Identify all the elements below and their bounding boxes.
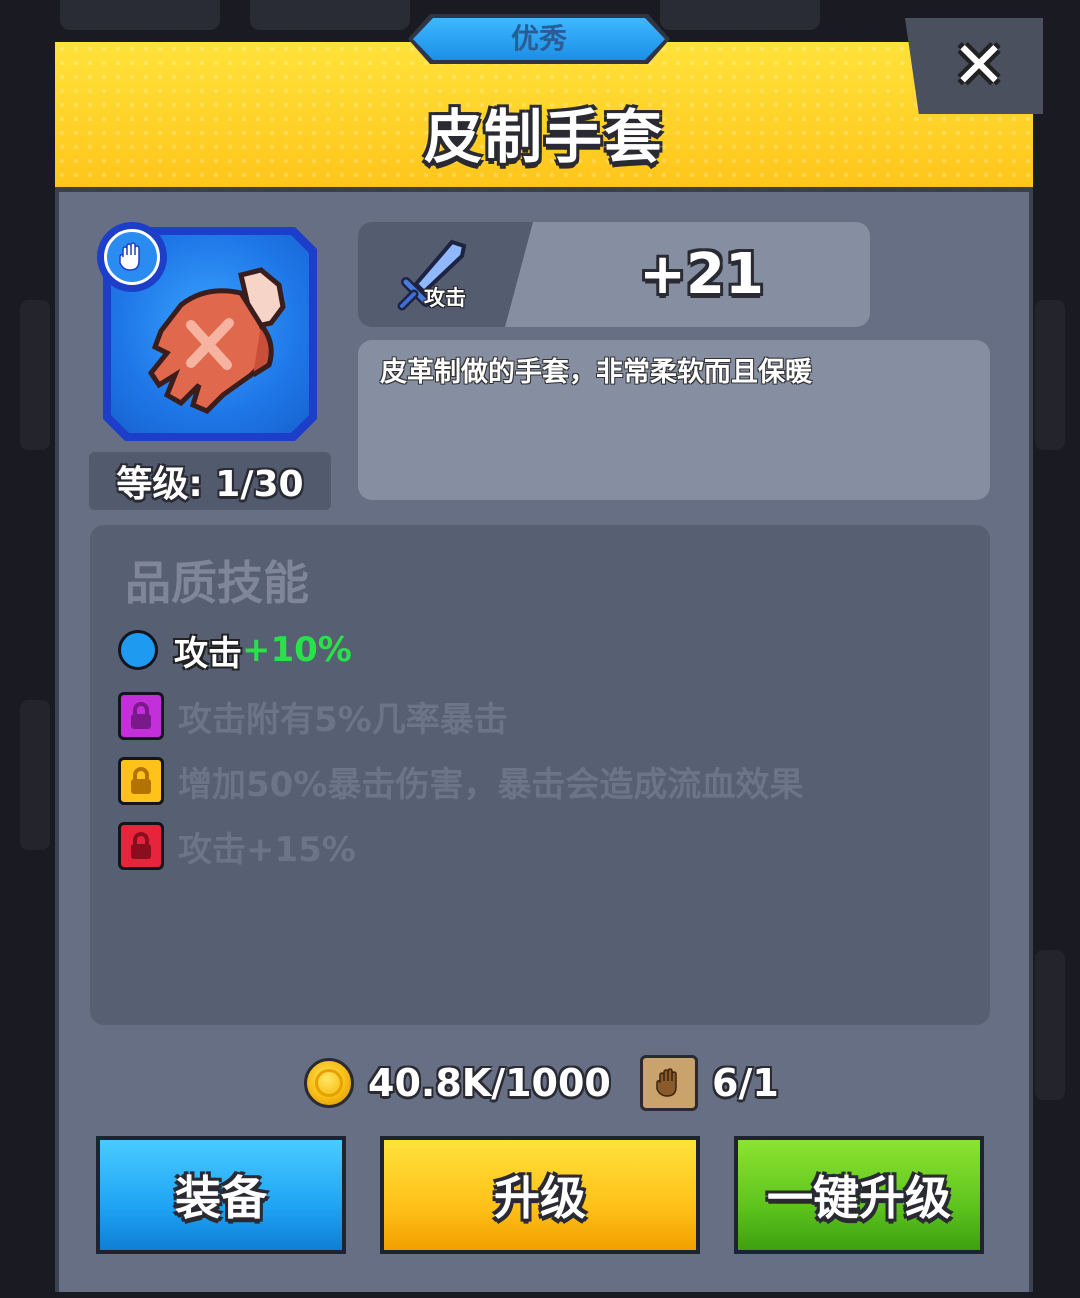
background-slot (1035, 950, 1065, 1100)
scroll-cost-text: 6/1 (712, 1061, 779, 1105)
item-level-text: 等级: 1/30 (116, 464, 304, 505)
stat-icon-area: 攻击 (358, 222, 533, 327)
stat-value: +21 (639, 242, 764, 307)
background-slot (20, 300, 50, 450)
item-level: 等级: 1/30 (89, 452, 331, 510)
gold-cost: 40.8K/1000 (304, 1050, 611, 1116)
skill-4-text: 攻击+15% (178, 829, 356, 870)
stat-label: 攻击 (424, 286, 466, 310)
background-slot (1035, 300, 1065, 450)
quality-skills-box: 品质技能 攻击 +10% 攻击附有5%几率暴击 增加50%暴击伤害，暴击会造成流… (90, 525, 990, 1025)
skill-1-bonus: +10% (242, 630, 352, 670)
skill-3-text: 增加50%暴击伤害，暴击会造成流血效果 (178, 764, 804, 805)
item-type-badge (97, 222, 167, 292)
gold-cost-text: 40.8K/1000 (368, 1061, 611, 1105)
upgrade-button-label: 升级 (494, 1171, 586, 1225)
skill-row-2: 攻击附有5%几率暴击 (118, 689, 508, 743)
purple-lock-icon (118, 692, 164, 740)
glove-scroll-icon (640, 1055, 698, 1111)
red-lock-icon (118, 822, 164, 870)
background-tab (660, 0, 820, 30)
yellow-lock-icon (118, 757, 164, 805)
quality-skills-title: 品质技能 (125, 556, 309, 610)
close-button[interactable]: ✕ (905, 18, 1043, 114)
background-slot (20, 700, 50, 850)
skill-row-3: 增加50%暴击伤害，暴击会造成流血效果 (118, 754, 803, 808)
item-description: 皮革制做的手套，非常柔软而且保暖 (380, 357, 812, 388)
rarity-badge: 优秀 (408, 14, 670, 64)
skill-2-text: 攻击附有5%几率暴击 (178, 699, 508, 740)
close-icon: ✕ (952, 29, 1006, 103)
one-click-upgrade-button-label: 一键升级 (767, 1171, 951, 1225)
gold-coin-icon (304, 1058, 354, 1108)
scroll-cost: 6/1 (640, 1050, 779, 1116)
description-box: 皮革制做的手套，非常柔软而且保暖 (358, 340, 990, 500)
one-click-upgrade-button[interactable]: 一键升级 (734, 1136, 984, 1254)
attack-stat-box: 攻击 +21 (358, 222, 870, 327)
skill-1-name: 攻击 (174, 633, 242, 674)
background-tab (250, 0, 410, 30)
equip-button-label: 装备 (175, 1171, 267, 1225)
hand-icon (119, 242, 140, 271)
rarity-label: 优秀 (413, 18, 665, 60)
skill-unlocked-dot-icon (118, 630, 158, 670)
background-tab (60, 0, 220, 30)
skill-row-4: 攻击+15% (118, 819, 356, 873)
panel-header: 皮制手套 (55, 42, 1033, 192)
upgrade-button[interactable]: 升级 (380, 1136, 700, 1254)
skill-row-1: 攻击 +10% (118, 623, 352, 677)
equip-button[interactable]: 装备 (96, 1136, 346, 1254)
item-title: 皮制手套 (423, 103, 664, 171)
